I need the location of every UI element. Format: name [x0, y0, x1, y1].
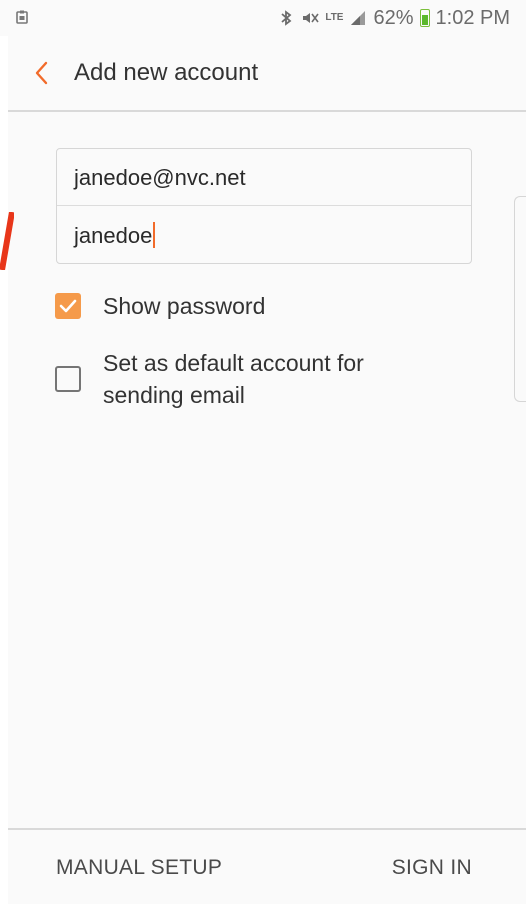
- status-bar: LTE 62% 1:02 PM: [0, 0, 526, 36]
- screen-edge: [0, 0, 8, 904]
- email-input[interactable]: janedoe@nvc.net: [57, 149, 471, 206]
- bluetooth-icon: [281, 10, 292, 26]
- default-account-checkbox[interactable]: [55, 366, 81, 392]
- default-account-row[interactable]: Set as default account for sending email: [55, 347, 364, 411]
- battery-icon: [419, 9, 430, 27]
- clipboard-icon: [16, 10, 28, 24]
- network-type: LTE: [325, 12, 344, 23]
- account-form: janedoe@nvc.net janedoe: [56, 148, 472, 264]
- default-account-label: Set as default account for sending email: [103, 347, 364, 411]
- password-value: janedoe: [74, 223, 153, 248]
- side-handle[interactable]: [514, 196, 526, 402]
- default-account-label-line1: Set as default account for: [103, 350, 364, 376]
- bottom-action-bar: MANUAL SETUP SIGN IN: [8, 828, 526, 904]
- show-password-checkbox[interactable]: [55, 293, 81, 319]
- page-title: Add new account: [74, 59, 259, 86]
- text-cursor: [153, 222, 156, 249]
- battery-percent: 62%: [373, 6, 414, 29]
- show-password-row[interactable]: Show password: [55, 290, 265, 322]
- default-account-label-line2: sending email: [103, 382, 245, 408]
- app-bar: Add new account: [8, 36, 526, 112]
- show-password-label: Show password: [103, 293, 266, 319]
- checkmark-icon: [59, 299, 77, 313]
- status-icons: LTE 62% 1:02 PM: [277, 0, 510, 36]
- red-mark: [0, 212, 14, 270]
- password-input[interactable]: janedoe: [57, 207, 471, 264]
- mute-icon: [303, 13, 319, 23]
- clock: 1:02 PM: [435, 6, 510, 29]
- signal-icon: [351, 11, 366, 25]
- sign-in-button[interactable]: SIGN IN: [392, 856, 472, 880]
- chevron-left-icon[interactable]: [30, 58, 56, 88]
- email-value: janedoe@nvc.net: [74, 165, 246, 190]
- manual-setup-button[interactable]: MANUAL SETUP: [56, 856, 222, 880]
